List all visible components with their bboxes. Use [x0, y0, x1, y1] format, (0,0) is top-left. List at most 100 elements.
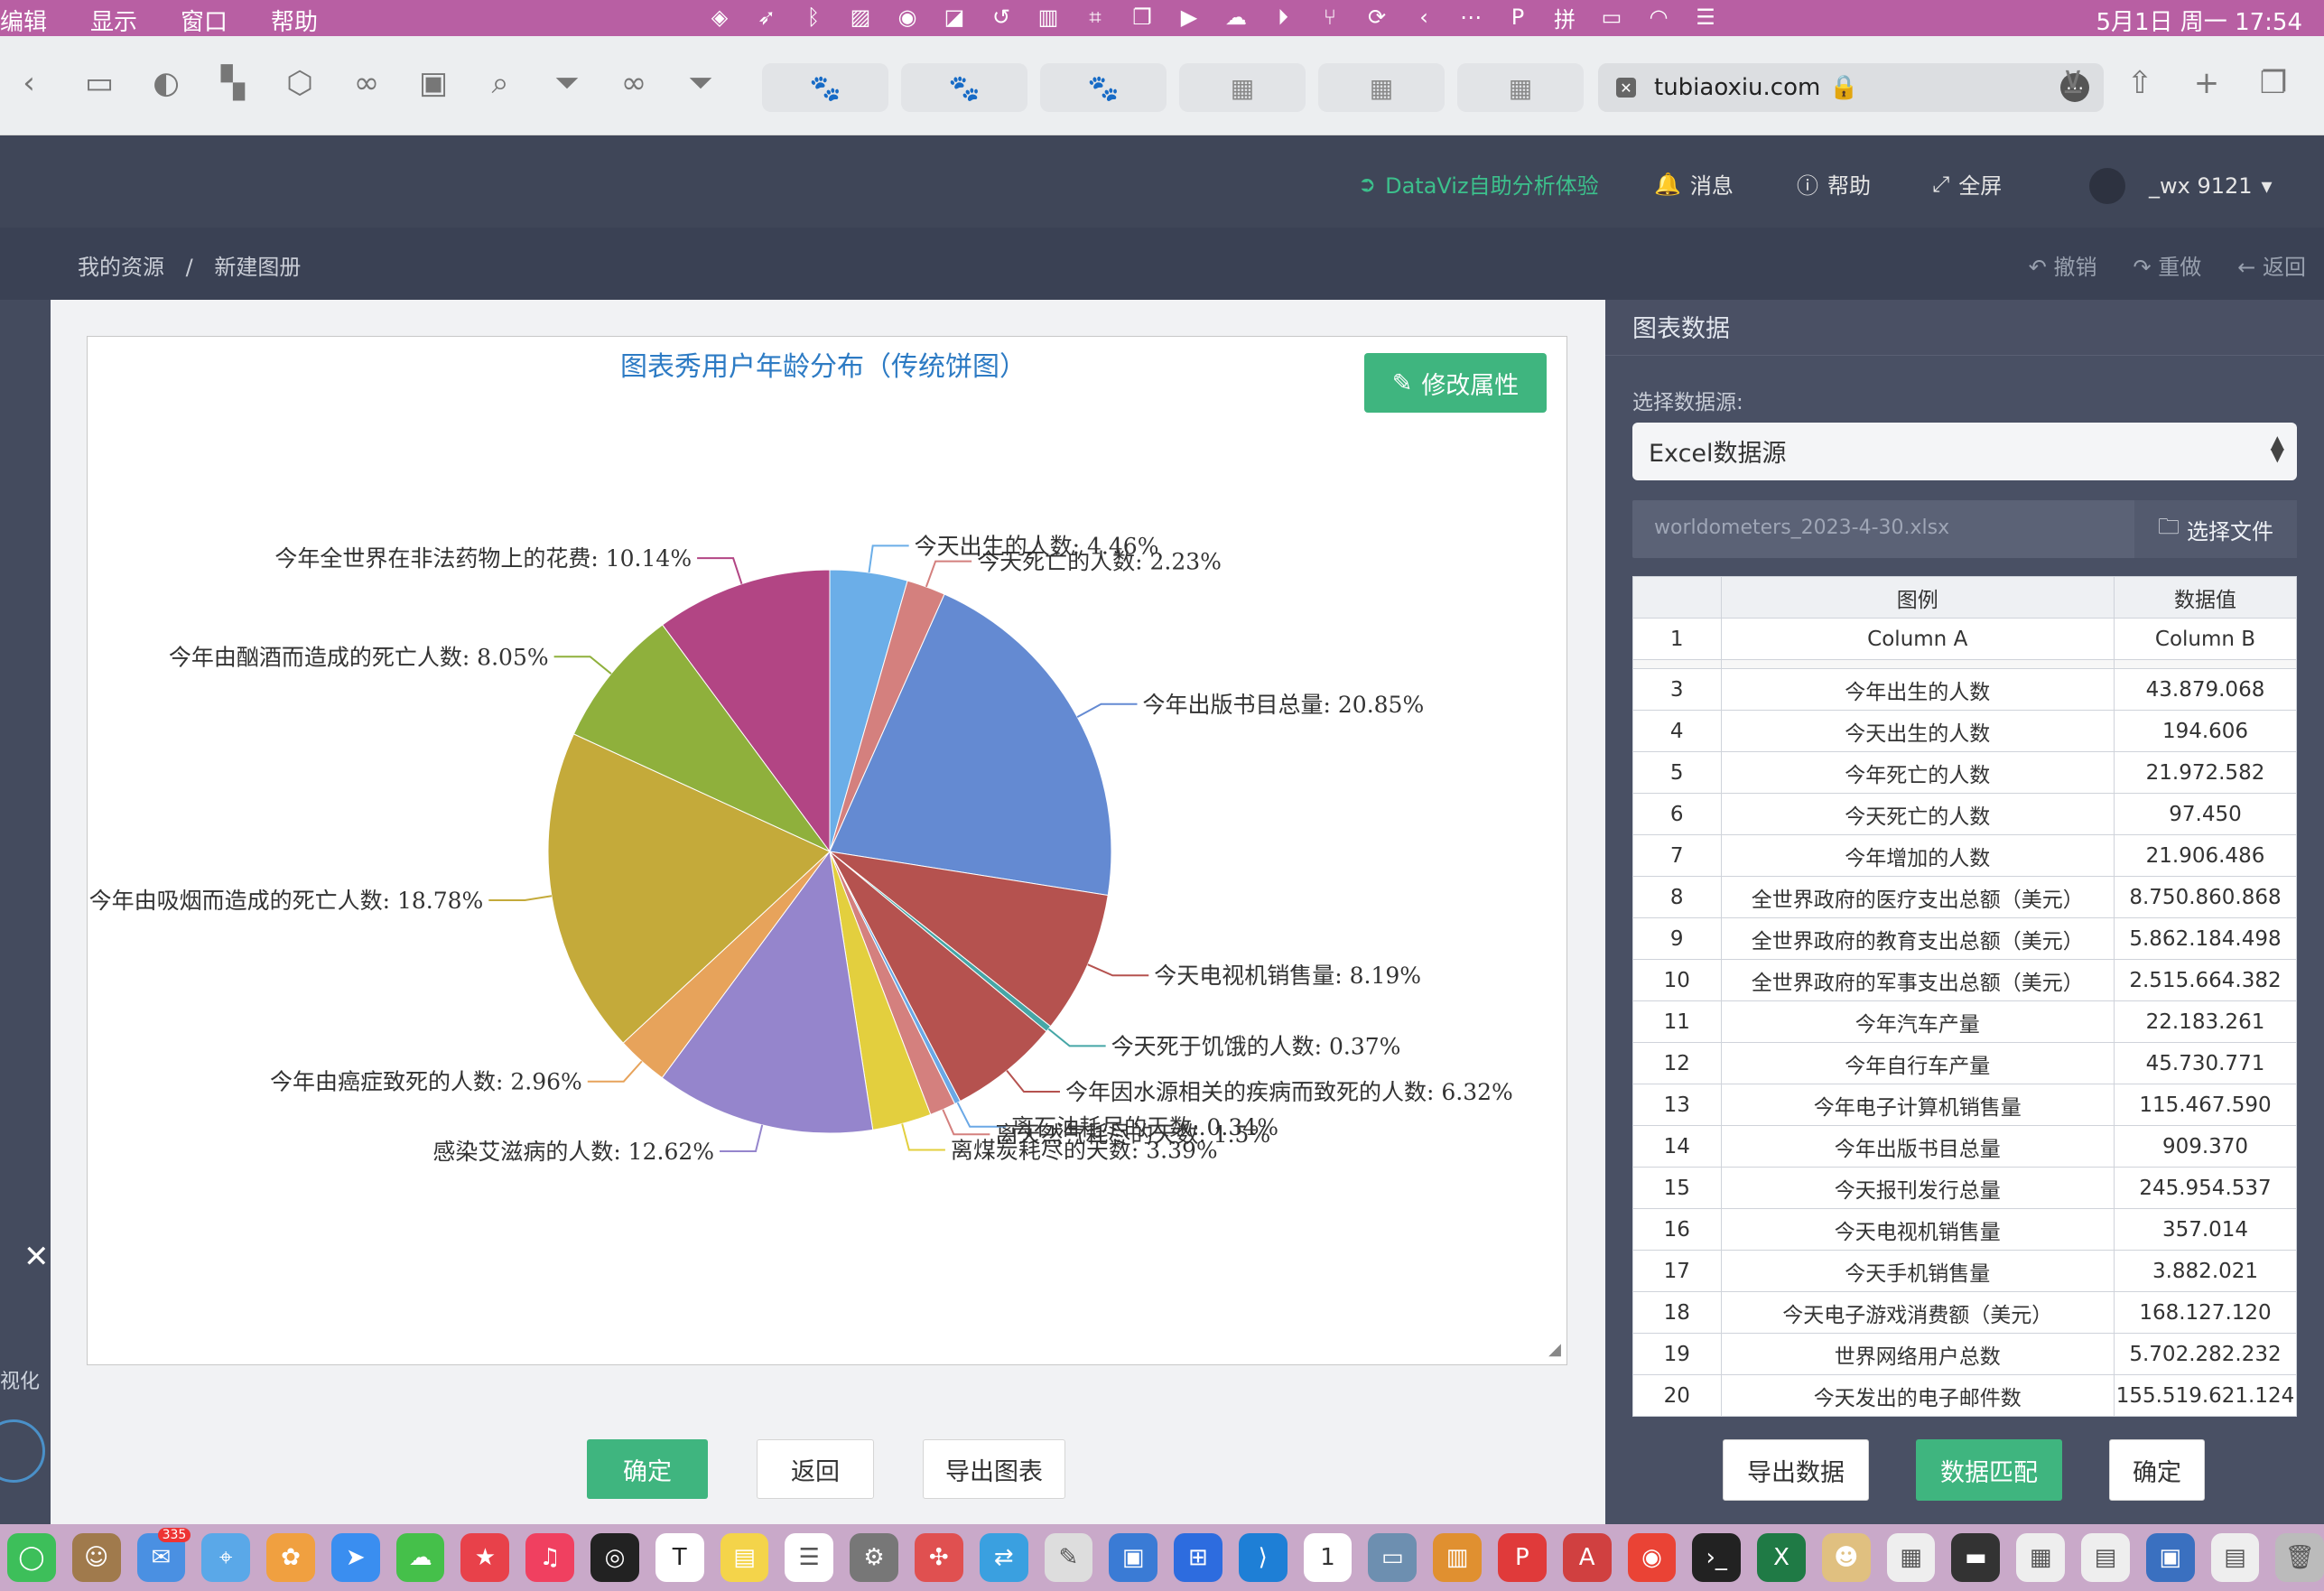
row-value[interactable]: 97.450 — [2114, 793, 2297, 835]
menu-view[interactable]: 显示 — [90, 4, 137, 37]
close-icon[interactable]: ✕ — [23, 1239, 50, 1275]
tab-baidu-2[interactable]: 🐾 — [901, 63, 1027, 112]
link-icon[interactable]: ∞ — [612, 61, 655, 105]
new-tab-icon[interactable]: + — [2185, 61, 2228, 105]
notes-app-icon[interactable]: ▤ — [720, 1533, 769, 1582]
chevron-left-icon[interactable]: ‹ — [1408, 4, 1439, 31]
maps-app-icon[interactable]: ⌖ — [201, 1533, 251, 1582]
shield-icon[interactable]: ⬡ — [278, 61, 321, 105]
row-index[interactable]: 1 — [1632, 618, 1722, 660]
p-icon[interactable]: P — [1502, 4, 1533, 31]
user-circle-icon[interactable]: ◉ — [892, 4, 923, 31]
download-icon[interactable]: ⊻ — [2051, 61, 2095, 105]
row-index[interactable]: 17 — [1632, 1250, 1722, 1292]
row-index[interactable]: 13 — [1632, 1084, 1722, 1126]
tab-baidu-3[interactable]: 🐾 — [1040, 63, 1167, 112]
rocket-icon[interactable]: ➶ — [751, 4, 782, 31]
row-value[interactable]: Column B — [2114, 618, 2297, 660]
music-app-icon[interactable]: ♫ — [525, 1533, 575, 1582]
source-select[interactable]: Excel数据源 ▲ ▼ — [1632, 423, 2297, 480]
windows-app-icon[interactable]: ⊞ — [1174, 1533, 1222, 1582]
image-icon[interactable]: ▨ — [845, 4, 876, 31]
globe-icon[interactable] — [0, 1419, 45, 1483]
window-thumb-1[interactable]: ▦ — [1886, 1533, 1936, 1582]
tab-site-1[interactable]: ▦ — [1179, 63, 1306, 112]
folder-app-icon[interactable]: ▥ — [1433, 1533, 1482, 1582]
history-icon[interactable]: ↺ — [986, 4, 1017, 31]
row-value[interactable]: 357.014 — [2114, 1208, 2297, 1251]
user-menu[interactable]: _wx 9121 ▾ — [2089, 168, 2273, 204]
row-index[interactable]: 4 — [1632, 710, 1722, 752]
settings-app-icon[interactable]: ⚙ — [850, 1533, 898, 1582]
row-value[interactable]: 5.702.282.232 — [2114, 1333, 2297, 1375]
row-value[interactable]: 8.750.860.868 — [2114, 876, 2297, 918]
reminders-app-icon[interactable]: ☰ — [785, 1533, 834, 1582]
crop-icon[interactable]: ⌗ — [1080, 4, 1111, 31]
row-legend[interactable]: 今天电子游戏消费额（美元） — [1720, 1291, 2115, 1334]
extension-icon[interactable]: ▚ — [211, 61, 255, 105]
wifi-icon[interactable]: ◠ — [1643, 4, 1674, 31]
export-chart-button[interactable]: 导出图表 — [923, 1439, 1065, 1499]
typora-app-icon[interactable]: T — [655, 1533, 704, 1582]
xmind-app-icon[interactable]: ✣ — [914, 1533, 963, 1582]
row-legend[interactable]: Column A — [1720, 618, 2115, 660]
row-value[interactable]: 168.127.120 — [2114, 1291, 2297, 1334]
row-legend[interactable]: 今年增加的人数 — [1720, 834, 2115, 877]
back-button[interactable]: 返回 — [757, 1439, 874, 1499]
row-legend[interactable]: 今年电子计算机销售量 — [1720, 1084, 2115, 1126]
messages-button[interactable]: 🔔 消息 — [1654, 168, 1734, 200]
row-index[interactable]: 20 — [1632, 1374, 1722, 1417]
media-play-icon[interactable]: ⏵ — [1268, 4, 1298, 31]
more-icon[interactable]: ⋯ — [1455, 4, 1486, 31]
menu-window[interactable]: 窗口 — [181, 4, 228, 37]
row-value[interactable]: 115.467.590 — [2114, 1084, 2297, 1126]
back-button[interactable]: ← 返回 — [2237, 249, 2306, 281]
menu-help[interactable]: 帮助 — [271, 4, 318, 37]
row-value[interactable]: 21.972.582 — [2114, 751, 2297, 794]
row-value[interactable]: 22.183.261 — [2114, 1000, 2297, 1043]
row-legend[interactable]: 全世界政府的军事支出总额（美元） — [1720, 959, 2115, 1001]
row-index[interactable]: 19 — [1632, 1333, 1722, 1375]
search-icon[interactable]: ⌕ — [479, 61, 522, 105]
row-index[interactable]: 16 — [1632, 1208, 1722, 1251]
glasses-icon[interactable]: ∞ — [345, 61, 388, 105]
row-legend[interactable]: 今年出生的人数 — [1720, 668, 2115, 711]
row-value[interactable]: 45.730.771 — [2114, 1042, 2297, 1084]
fullscreen-button[interactable]: ⤢ 全屏 — [1932, 168, 2002, 200]
back-icon[interactable]: ‹ — [7, 61, 51, 105]
share-icon[interactable]: ⇧ — [2118, 61, 2161, 105]
remote-app-icon[interactable]: ⇄ — [979, 1533, 1028, 1582]
row-legend[interactable]: 全世界政府的医疗支出总额（美元） — [1720, 876, 2115, 918]
row-legend[interactable]: 今年死亡的人数 — [1720, 751, 2115, 794]
terminal-app-icon[interactable]: ›_ — [1692, 1533, 1742, 1582]
row-value[interactable]: 909.370 — [2114, 1125, 2297, 1168]
row-value[interactable]: 5.862.184.498 — [2114, 917, 2297, 960]
window-thumb-5[interactable]: ▣ — [2145, 1533, 2195, 1582]
bookmark-folder-icon[interactable]: ▭ — [78, 61, 121, 105]
row-value[interactable]: 245.954.537 — [2114, 1167, 2297, 1209]
dark-mode-icon[interactable]: ◐ — [144, 61, 188, 105]
tab-baidu-1[interactable]: 🐾 — [762, 63, 888, 112]
confirm-button[interactable]: 确定 — [587, 1439, 708, 1499]
window-thumb-3[interactable]: ▦ — [2016, 1533, 2065, 1582]
row-index[interactable]: 18 — [1632, 1291, 1722, 1334]
tab-site-2[interactable]: ▦ — [1318, 63, 1445, 112]
address-bar[interactable]: ✕ tubiaoxiu.com 🔒 ⋯ — [1598, 63, 2104, 112]
row-value[interactable]: 21.906.486 — [2114, 834, 2297, 877]
tag-icon[interactable]: ◪ — [939, 4, 970, 31]
bookmark-app-icon[interactable]: ★ — [460, 1533, 510, 1582]
github-app-icon[interactable]: ◎ — [590, 1533, 639, 1582]
pdf-app-icon[interactable]: P — [1497, 1533, 1547, 1582]
calendar-app-icon[interactable]: 1 — [1303, 1533, 1353, 1582]
row-value[interactable]: 43.879.068 — [2114, 668, 2297, 711]
row-legend[interactable]: 今年自行车产量 — [1720, 1042, 2115, 1084]
row-index[interactable]: 12 — [1632, 1042, 1722, 1084]
textedit-app-icon[interactable]: ✎ — [1044, 1533, 1093, 1582]
window-thumb-2[interactable]: ▬ — [1951, 1533, 2001, 1582]
battery-icon[interactable]: ▭ — [1596, 4, 1627, 31]
shield-icon[interactable]: ◈ — [704, 4, 735, 31]
row-index[interactable]: 6 — [1632, 793, 1722, 835]
match-data-button[interactable]: 数据匹配 — [1916, 1439, 2062, 1501]
row-legend[interactable]: 今年汽车产量 — [1720, 1000, 2115, 1043]
row-value[interactable]: 155.519.621.124 — [2114, 1374, 2297, 1417]
